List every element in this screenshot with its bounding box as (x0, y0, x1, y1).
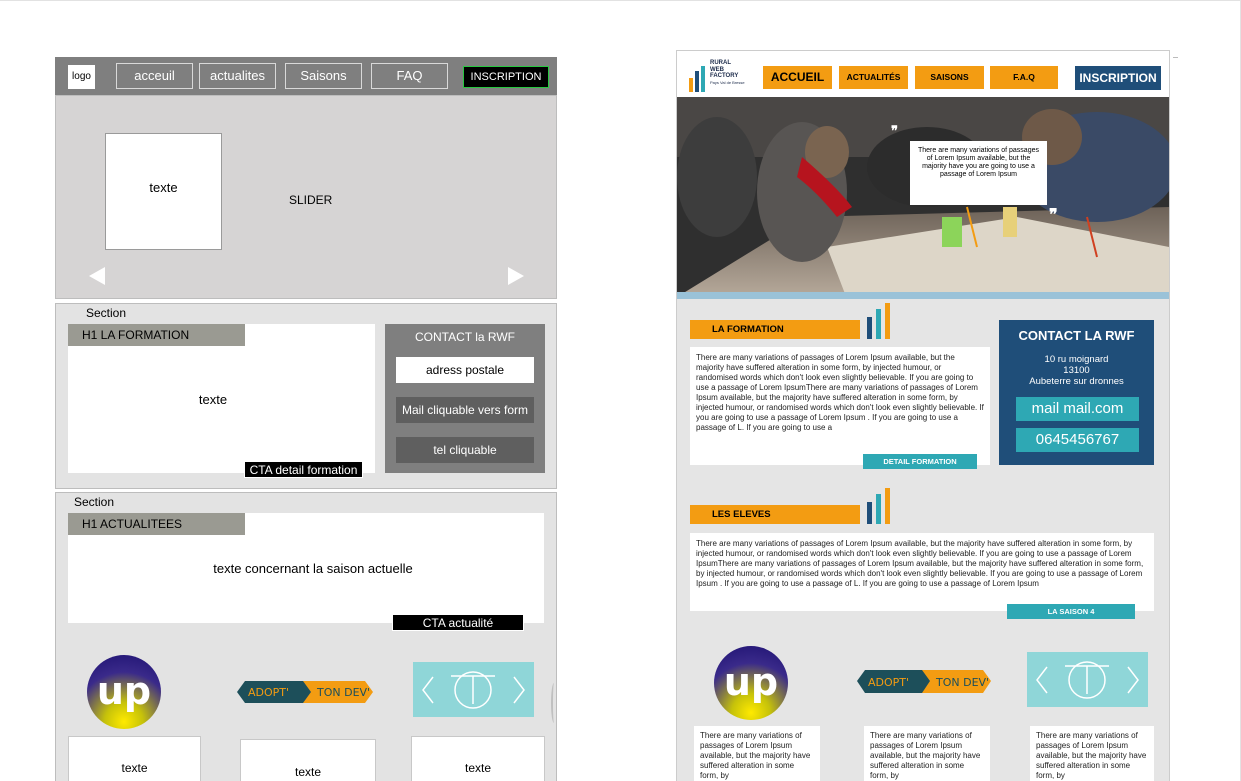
wf-section-label: Section (86, 306, 127, 320)
mk-rwf-logo[interactable]: RURAL WEB FACTORY Pays Val de Bresse (689, 60, 749, 92)
mk-contact-address-line: 10 ru moignard (1044, 354, 1109, 365)
wireframe: logo acceuil actualites Saisons FAQ INSC… (55, 57, 557, 781)
mk-tondev-text: TON DEV' (935, 676, 989, 689)
mk-ctv-logo[interactable] (1027, 652, 1148, 707)
mk-card: There are many variations of passages of… (694, 726, 820, 781)
wf-up-logo[interactable]: up (87, 655, 161, 729)
wf-section-formation: Section texte H1 LA FORMATION CTA detail… (55, 303, 557, 489)
mk-up-logo[interactable]: up (714, 646, 788, 720)
wf-logo[interactable]: logo (68, 65, 95, 89)
mk-formation-text: There are many variations of passages of… (690, 347, 990, 465)
wf-formation-heading: H1 LA FORMATION (68, 324, 245, 346)
wf-slider-text-box: texte (105, 133, 222, 250)
mockup: RURAL WEB FACTORY Pays Val de Bresse ACC… (676, 50, 1170, 781)
mk-adopt-text: ADOPT' (868, 676, 909, 689)
wf-nav-actualites[interactable]: actualites (199, 63, 276, 89)
mk-hero-slider: There are many variations of passages of… (677, 97, 1169, 299)
wf-nav-acceuil[interactable]: acceuil (116, 63, 193, 89)
mk-eleves-text: There are many variations of passages of… (690, 533, 1154, 611)
wf-navbar: logo acceuil actualites Saisons FAQ INSC… (55, 57, 557, 95)
wf-carousel-edge (551, 683, 557, 723)
wf-adopt-ton-dev-logo[interactable]: ADOPT' TON DEV' (237, 681, 373, 703)
mk-contact-address: 10 ru moignard 13100 Aubeterre sur dronn… (999, 354, 1154, 387)
mk-formation-bars-icon (867, 303, 890, 339)
wf-card: texte (68, 736, 201, 781)
wf-section-actualites: Section texte concernant la saison actue… (55, 492, 557, 781)
mk-nav-actualites[interactable]: ACTUALITÉS (839, 66, 908, 89)
wf-contact-mail-link[interactable]: Mail cliquable vers form (396, 397, 534, 423)
mk-navbar: RURAL WEB FACTORY Pays Val de Bresse ACC… (677, 51, 1169, 97)
mk-nav-saisons[interactable]: SAISONS (915, 66, 984, 89)
mk-hero-quote-open-icon: ❞ (891, 123, 898, 138)
wf-inscription-button[interactable]: INSCRIPTION (463, 66, 549, 88)
mockup-edge-mark (1173, 57, 1178, 58)
wf-up-logo-text: up (96, 669, 152, 713)
wf-formation-text: texte (198, 392, 228, 407)
mk-hero-caption: There are many variations of passages of… (910, 141, 1047, 205)
wf-contact-tel-link[interactable]: tel cliquable (396, 437, 534, 463)
mk-eleves-bars-icon (867, 488, 890, 524)
mk-logo-line: Pays Val de Bresse (710, 79, 745, 85)
wf-slider-next-icon[interactable] (508, 267, 524, 285)
mk-hero-quote-close-icon: ❞ (1049, 207, 1058, 224)
wf-contact-title: CONTACT la RWF (414, 330, 515, 344)
wf-slider: texte SLIDER (55, 95, 557, 299)
wf-card: texte (411, 736, 545, 781)
wf-contact-address: adress postale (396, 357, 534, 383)
mk-inscription-button[interactable]: INSCRIPTION (1075, 66, 1161, 90)
mk-contact-mail-link[interactable]: mail mail.com (1016, 397, 1139, 421)
mk-logo-text: RURAL WEB FACTORY Pays Val de Bresse (710, 60, 745, 86)
mk-formation-title: LA FORMATION (690, 320, 860, 339)
mk-contact-panel: CONTACT LA RWF 10 ru moignard 13100 Aube… (999, 320, 1154, 465)
mk-contact-title: CONTACT LA RWF (1018, 328, 1135, 343)
wf-cta-actualite[interactable]: CTA actualité (392, 614, 524, 631)
wf-nav-saisons[interactable]: Saisons (285, 63, 362, 89)
mk-nav-faq[interactable]: F.A.Q (990, 66, 1058, 89)
wf-cta-detail-formation[interactable]: CTA detail formation (244, 461, 363, 478)
wf-adopt-text: ADOPT' (248, 686, 289, 699)
wf-actualites-heading: H1 ACTUALITEES (68, 513, 245, 535)
wf-tondev-text: TON DEV' (316, 686, 370, 699)
mk-detail-formation-button[interactable]: DETAIL FORMATION (863, 454, 977, 469)
mk-card: There are many variations of passages of… (1030, 726, 1154, 781)
mk-saison-button[interactable]: LA SAISON 4 (1007, 604, 1135, 619)
wf-actualites-text: texte concernant la saison actuelle (213, 561, 413, 576)
wf-ctv-logo[interactable] (413, 662, 534, 717)
wf-contact-panel: CONTACT la RWF adress postale Mail cliqu… (385, 324, 545, 473)
wf-slider-prev-icon[interactable] (89, 267, 105, 285)
mk-up-logo-text: up (723, 660, 779, 704)
canvas: logo acceuil actualites Saisons FAQ INSC… (0, 0, 1241, 781)
mk-logo-bars-icon (689, 66, 705, 92)
wf-formation-text-box: texte (68, 324, 375, 473)
mk-contact-tel-link[interactable]: 0645456767 (1016, 428, 1139, 452)
mk-nav-accueil[interactable]: ACCUEIL (763, 66, 832, 89)
wf-section-label: Section (74, 495, 115, 509)
mk-eleves-title: LES ELEVES (690, 505, 860, 524)
wf-card: texte (240, 739, 376, 781)
mk-contact-address-line: Aubeterre sur dronnes (1029, 376, 1124, 387)
mk-card: There are many variations of passages of… (864, 726, 990, 781)
wf-slider-label: SLIDER (289, 193, 333, 207)
mk-contact-address-line: 13100 (1063, 365, 1090, 376)
mk-adopt-ton-dev-logo[interactable]: ADOPT' TON DEV' (857, 670, 991, 693)
wf-nav-faq[interactable]: FAQ (371, 63, 448, 89)
